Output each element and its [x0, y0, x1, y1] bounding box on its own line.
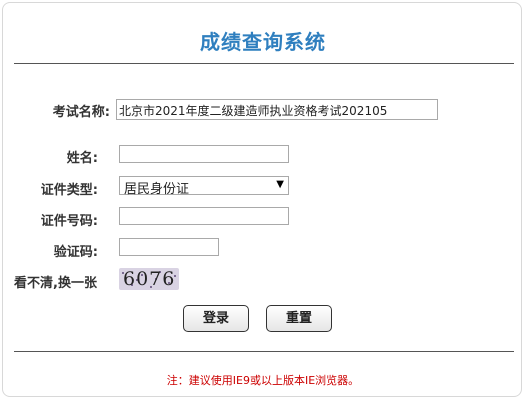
- name-input[interactable]: [119, 145, 289, 163]
- exam-name-field[interactable]: 北京市2021年度二级建造师执业资格考试202105: [116, 99, 438, 120]
- captcha-image[interactable]: 6076: [119, 268, 179, 290]
- id-type-selected-value: 居民身份证: [124, 182, 190, 197]
- captcha-label: 验证码:: [53, 245, 98, 260]
- exam-name-label: 考试名称:: [52, 105, 110, 120]
- id-type-select[interactable]: 居民身份证 ▼: [119, 176, 289, 197]
- id-number-input[interactable]: [119, 207, 289, 225]
- name-label: 姓名:: [66, 151, 98, 166]
- id-number-label: 证件号码:: [40, 214, 98, 229]
- bottom-divider: [14, 351, 514, 352]
- reset-button[interactable]: 重置: [266, 305, 332, 332]
- browser-note: 注：建议使用IE9或以上版本IE浏览器。: [166, 374, 360, 387]
- chevron-down-icon: ▼: [276, 179, 284, 190]
- form-panel: [2, 2, 522, 397]
- id-type-label: 证件类型:: [40, 183, 98, 198]
- page-title: 成绩查询系统: [200, 30, 326, 54]
- login-button[interactable]: 登录: [183, 305, 249, 332]
- captcha-text: 6076: [123, 268, 176, 290]
- captcha-input[interactable]: [119, 238, 219, 256]
- refresh-captcha-link[interactable]: 看不清,换一张: [14, 272, 110, 291]
- top-divider: [14, 63, 514, 64]
